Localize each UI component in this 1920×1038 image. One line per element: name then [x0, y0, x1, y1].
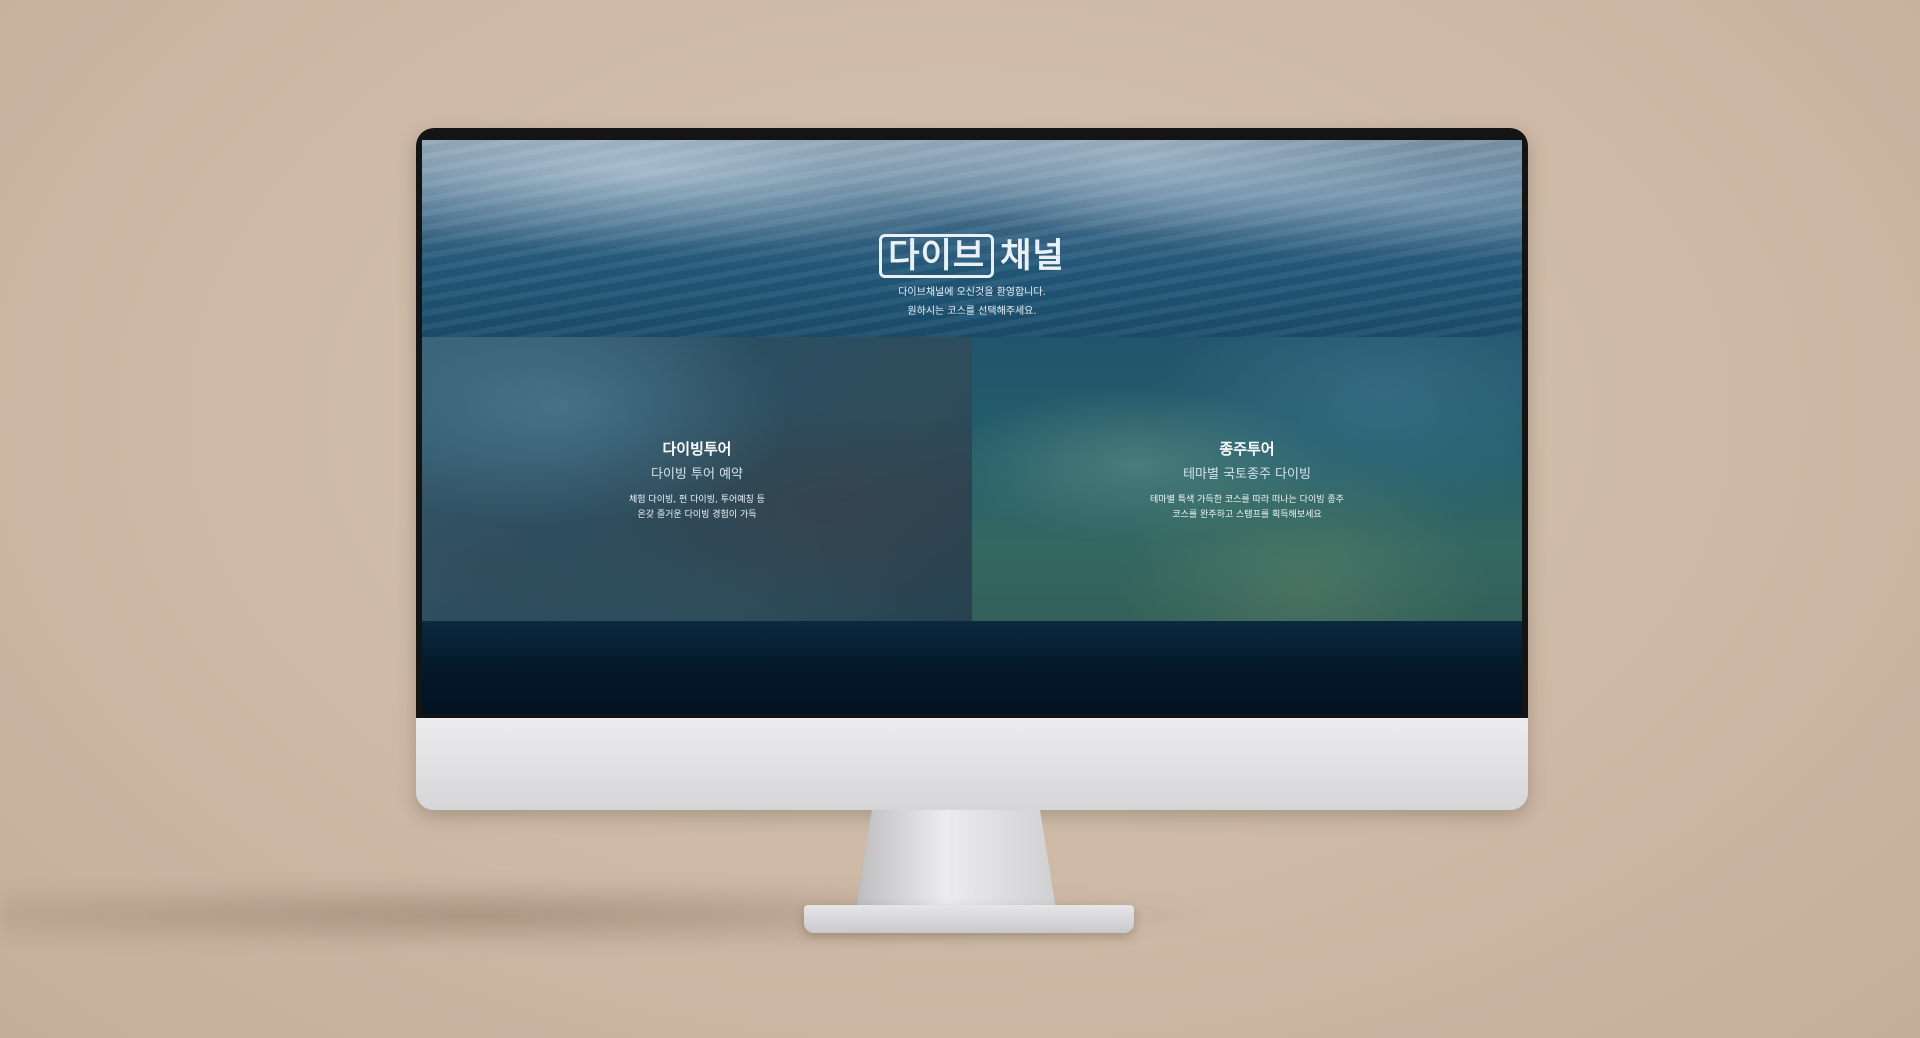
website-screen: 다이브 채널 다이브채널에 오신것을 환영합니다. 원하시는 코스를 선택해주세요…: [422, 140, 1522, 714]
card-subtitle: 다이빙 투어 예약: [651, 467, 743, 482]
card-jongju-tour[interactable]: 종주투어 테마별 국토종주 다이빙 테마별 특색 가득한 코스를 따라 떠나는 …: [972, 337, 1522, 621]
monitor: 다이브 채널 다이브채널에 오신것을 환영합니다. 원하시는 코스를 선택해주세요…: [416, 128, 1528, 810]
card-subtitle: 테마별 국토종주 다이빙: [1183, 467, 1311, 482]
monitor-stand-base: [804, 905, 1134, 933]
hero-section: 다이브 채널 다이브채널에 오신것을 환영합니다. 원하시는 코스를 선택해주세요…: [422, 140, 1522, 337]
site-logo[interactable]: 다이브 채널: [422, 228, 1522, 278]
card-title: 다이빙투어: [662, 440, 732, 458]
card-diving-tour[interactable]: 다이빙투어 다이빙 투어 예약 체험 다이빙, 펀 다이빙, 투어예칭 등 온갖…: [422, 337, 972, 621]
card-description-line1: 테마별 특색 가득한 코스를 따라 떠나는 다이빙 종주: [1150, 495, 1344, 505]
monitor-stand-neck: [856, 810, 1056, 910]
card-description-line1: 체험 다이빙, 펀 다이빙, 투어예칭 등: [629, 495, 765, 505]
bottom-section: [422, 621, 1522, 714]
card-description-line2: 온갖 즐거운 다이빙 경험이 가득: [637, 510, 757, 520]
card-description-line2: 코스를 완주하고 스탬프를 획득해보세요: [1172, 510, 1322, 520]
welcome-text-line2: 원하시는 코스를 선택해주세요.: [907, 306, 1037, 317]
monitor-chin: [416, 718, 1528, 810]
monitor-bezel: 다이브 채널 다이브채널에 오신것을 환영합니다. 원하시는 코스를 선택해주세요…: [416, 128, 1528, 718]
logo-text: 채널: [1000, 236, 1065, 276]
logo-box-text: 다이브: [879, 234, 995, 278]
welcome-text-line1: 다이브채널에 오신것을 환영합니다.: [898, 287, 1046, 298]
card-title: 종주투어: [1219, 440, 1275, 458]
